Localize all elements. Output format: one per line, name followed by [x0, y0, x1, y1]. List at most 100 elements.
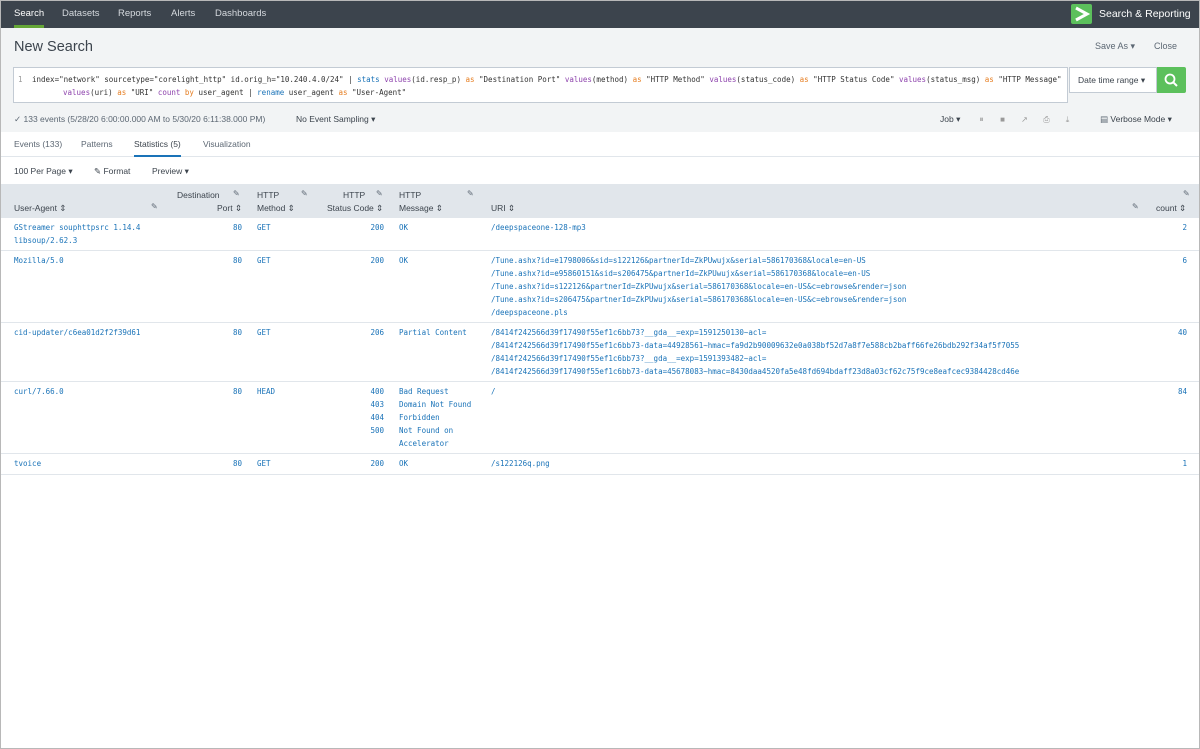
nav-dashboards[interactable]: Dashboards: [215, 0, 266, 28]
cell-method[interactable]: GET: [257, 458, 271, 471]
col-dest-port-line2[interactable]: Port ⇕: [217, 202, 242, 215]
cell-count[interactable]: 84: [1160, 386, 1187, 399]
col-method-line2[interactable]: Method ⇕: [257, 202, 295, 215]
query-line-1: index="network" sourcetype="corelight_ht…: [32, 75, 1062, 84]
col-dest-port-line1[interactable]: Destination: [177, 189, 220, 202]
cell-message[interactable]: OK: [399, 255, 408, 268]
mode-icon: ▤: [1100, 114, 1111, 124]
search-button[interactable]: [1157, 67, 1186, 93]
cell-method[interactable]: GET: [257, 255, 271, 268]
table-row: curl/7.66.0 80 HEAD 400 403 404 500 Bad Req…: [0, 382, 1200, 454]
print-icon[interactable]: ⎙: [1042, 115, 1051, 124]
cell-uri[interactable]: /s122126q.png: [491, 458, 550, 471]
col-status-line2[interactable]: Status Code ⇕: [327, 202, 383, 215]
edit-column-icon[interactable]: ✎: [233, 189, 240, 198]
search-icon: [1164, 73, 1178, 87]
cell-port[interactable]: 80: [220, 386, 242, 399]
table-header: User-Agent ⇕ ✎ Destination Port ⇕ ✎ HTTP…: [0, 184, 1200, 218]
tab-statistics[interactable]: Statistics (5): [134, 139, 181, 157]
cell-uri[interactable]: /8414f242566d39f17490f55ef1c6bb73?__gda_…: [491, 327, 1019, 379]
status-row: ✓ 133 events (5/28/20 6:00:00.000 AM to …: [0, 106, 1200, 132]
mode-label: Verbose Mode ▾: [1110, 114, 1172, 124]
job-menu[interactable]: Job ▾: [940, 114, 960, 125]
app-logo-icon[interactable]: [1071, 4, 1092, 24]
tab-patterns[interactable]: Patterns: [81, 139, 113, 149]
results-toolbar: 100 Per Page ▾ ✎ Format Preview ▾: [0, 158, 1200, 184]
title-bar: New Search Save As ▾ Close: [0, 28, 1200, 66]
query-line-2: values(uri) as "URI" count by user_agent…: [63, 88, 407, 97]
cell-status[interactable]: 200: [355, 458, 384, 471]
cell-status[interactable]: 200: [355, 222, 384, 235]
edit-column-icon[interactable]: ✎: [467, 189, 474, 198]
cell-method[interactable]: GET: [257, 222, 271, 235]
cell-port[interactable]: 80: [220, 458, 242, 471]
col-message-line2[interactable]: Message ⇕: [399, 202, 443, 215]
cell-uri[interactable]: /: [491, 386, 496, 399]
cell-message[interactable]: Bad Request Domain Not Found Forbidden Not …: [399, 386, 471, 451]
search-query-input[interactable]: 1 index="network" sourcetype="corelight_…: [13, 67, 1068, 103]
cell-message[interactable]: Partial Content: [399, 327, 467, 340]
cell-count[interactable]: 2: [1160, 222, 1187, 235]
format-label: Format: [103, 166, 131, 176]
search-mode-dropdown[interactable]: ▤ Verbose Mode ▾: [1100, 114, 1172, 125]
event-count: ✓ 133 events (5/28/20 6:00:00.000 AM to …: [14, 114, 266, 124]
line-number: 1: [18, 75, 23, 84]
col-uri[interactable]: URI ⇕: [491, 202, 515, 215]
preview-dropdown[interactable]: Preview ▾: [152, 166, 189, 177]
page-title: New Search: [14, 39, 93, 55]
save-as-button[interactable]: Save As ▾: [1095, 41, 1135, 52]
cell-uri[interactable]: /Tune.ashx?id=e1798006&sid=s122126&partn…: [491, 255, 906, 320]
col-status-line1[interactable]: HTTP: [343, 189, 365, 202]
cell-user-agent[interactable]: curl/7.66.0: [14, 386, 64, 399]
cell-count[interactable]: 1: [1160, 458, 1187, 471]
cell-count[interactable]: 40: [1160, 327, 1187, 340]
edit-column-icon[interactable]: ✎: [1132, 202, 1139, 211]
cell-user-agent[interactable]: GStreamer souphttpsrc 1.14.4 libsoup/2.62…: [14, 222, 140, 248]
top-nav: Search Datasets Reports Alerts Dashboard…: [0, 0, 1200, 28]
event-sampling-dropdown[interactable]: No Event Sampling ▾: [296, 114, 375, 125]
cell-status[interactable]: 200: [355, 255, 384, 268]
col-count[interactable]: count ⇕: [1156, 202, 1186, 215]
table-row: cid-updater/c6ea01d2f2f39d61 80 GET 206 …: [0, 323, 1200, 382]
cell-method[interactable]: HEAD: [257, 386, 275, 399]
cell-user-agent[interactable]: Mozilla/5.0: [14, 255, 64, 268]
cell-port[interactable]: 80: [220, 255, 242, 268]
format-button[interactable]: ✎ Format: [94, 166, 130, 177]
cell-port[interactable]: 80: [220, 327, 242, 340]
close-button[interactable]: Close: [1154, 41, 1177, 51]
cell-count[interactable]: 6: [1160, 255, 1187, 268]
app-name[interactable]: Search & Reporting: [1099, 0, 1191, 28]
cell-message[interactable]: OK: [399, 222, 408, 235]
cell-status[interactable]: 400 403 404 500: [355, 386, 384, 438]
pause-icon[interactable]: ⏸: [977, 115, 986, 124]
export-icon[interactable]: ⤓: [1063, 115, 1072, 124]
col-message-line1[interactable]: HTTP: [399, 189, 421, 202]
edit-column-icon[interactable]: ✎: [376, 189, 383, 198]
nav-alerts[interactable]: Alerts: [171, 0, 195, 28]
edit-column-icon[interactable]: ✎: [301, 189, 308, 198]
results-tabs: Events (133) Patterns Statistics (5) Vis…: [0, 132, 1200, 157]
cell-uri[interactable]: /deepspaceone-128-mp3: [491, 222, 586, 235]
edit-column-icon[interactable]: ✎: [1183, 189, 1190, 198]
table-row: GStreamer souphttpsrc 1.14.4 libsoup/2.62…: [0, 218, 1200, 251]
cell-port[interactable]: 80: [220, 222, 242, 235]
table-row: tvoice 80 GET 200 OK /s122126q.png 1: [0, 454, 1200, 475]
table-row: Mozilla/5.0 80 GET 200 OK /Tune.ashx?id=…: [0, 251, 1200, 323]
nav-reports[interactable]: Reports: [118, 0, 151, 28]
cell-user-agent[interactable]: cid-updater/c6ea01d2f2f39d61: [14, 327, 140, 340]
time-range-picker[interactable]: Date time range ▾: [1069, 67, 1157, 93]
col-user-agent[interactable]: User-Agent ⇕: [14, 202, 66, 215]
share-icon[interactable]: ↗: [1020, 115, 1029, 124]
edit-column-icon[interactable]: ✎: [151, 202, 158, 211]
col-method-line1[interactable]: HTTP: [257, 189, 279, 202]
tab-visualization[interactable]: Visualization: [203, 139, 251, 149]
cell-method[interactable]: GET: [257, 327, 271, 340]
cell-status[interactable]: 206: [355, 327, 384, 340]
tab-events[interactable]: Events (133): [14, 139, 62, 149]
per-page-dropdown[interactable]: 100 Per Page ▾: [14, 166, 73, 177]
cell-user-agent[interactable]: tvoice: [14, 458, 41, 471]
cell-message[interactable]: OK: [399, 458, 408, 471]
nav-search[interactable]: Search: [14, 0, 45, 28]
nav-datasets[interactable]: Datasets: [62, 0, 100, 28]
stop-icon[interactable]: ■: [998, 115, 1007, 124]
